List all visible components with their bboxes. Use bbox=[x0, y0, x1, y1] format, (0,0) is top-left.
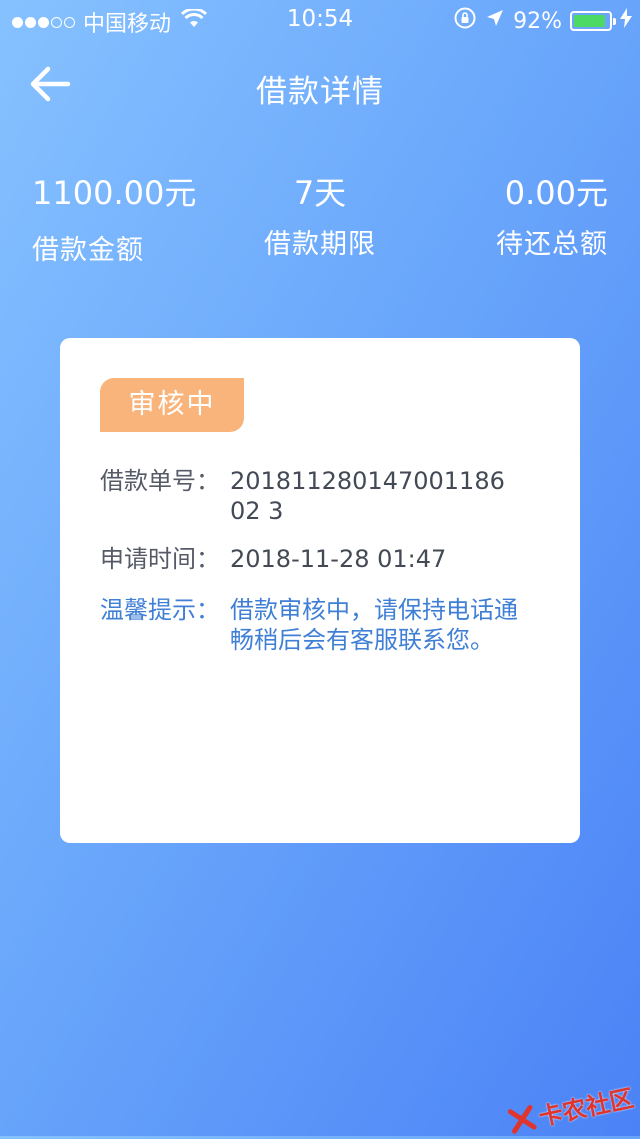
status-bar: 中国移动 10:54 92% bbox=[0, 0, 640, 40]
loan-term-value: 7天 bbox=[293, 174, 347, 212]
battery-percent: 92% bbox=[513, 8, 562, 34]
watermark-logo-icon bbox=[507, 1104, 537, 1134]
loan-detail-card: 审核中 借款单号： 20181128014700118602 3 申请时间： 2… bbox=[60, 338, 580, 843]
apply-time-row: 申请时间： 2018-11-28 01:47 bbox=[100, 544, 520, 574]
apply-time-value: 2018-11-28 01:47 bbox=[230, 545, 447, 573]
apply-time-label: 申请时间： bbox=[100, 545, 220, 573]
loan-term-label: 借款期限 bbox=[264, 229, 376, 260]
charging-bolt-icon bbox=[620, 8, 632, 34]
amount-due-value: 0.00元 bbox=[504, 174, 608, 212]
nav-bar: 借款详情 bbox=[0, 50, 640, 120]
loan-amount-value: 1100.00元 bbox=[32, 174, 197, 212]
orientation-lock-icon bbox=[453, 6, 477, 36]
tip-label: 温馨提示： bbox=[100, 596, 220, 624]
location-arrow-icon bbox=[485, 8, 505, 34]
loan-summary: 1100.00元 借款金额 7天 借款期限 0.00元 待还总额 bbox=[0, 168, 640, 278]
status-badge: 审核中 bbox=[100, 378, 244, 432]
tip-text: 借款审核中，请保持电话通畅稍后会有客服联系您。 bbox=[230, 596, 518, 654]
order-number-label: 借款单号： bbox=[100, 467, 220, 495]
order-number-value: 20181128014700118602 3 bbox=[230, 467, 505, 525]
loan-term-stat: 7天 借款期限 bbox=[220, 168, 420, 261]
tip-row: 温馨提示： 借款审核中，请保持电话通畅稍后会有客服联系您。 bbox=[100, 595, 520, 655]
loan-amount-label: 借款金额 bbox=[32, 235, 144, 266]
amount-due-label: 待还总额 bbox=[496, 229, 608, 260]
order-number-row: 借款单号： 20181128014700118602 3 bbox=[100, 466, 520, 526]
page-title: 借款详情 bbox=[256, 74, 384, 110]
loan-amount-stat: 1100.00元 借款金额 bbox=[32, 168, 196, 267]
amount-due-stat: 0.00元 待还总额 bbox=[496, 168, 608, 261]
battery-icon bbox=[570, 11, 616, 31]
watermark: 卡农社区 bbox=[506, 1078, 637, 1138]
watermark-text: 卡农社区 bbox=[536, 1084, 637, 1132]
status-bar-right: 92% bbox=[453, 6, 632, 36]
